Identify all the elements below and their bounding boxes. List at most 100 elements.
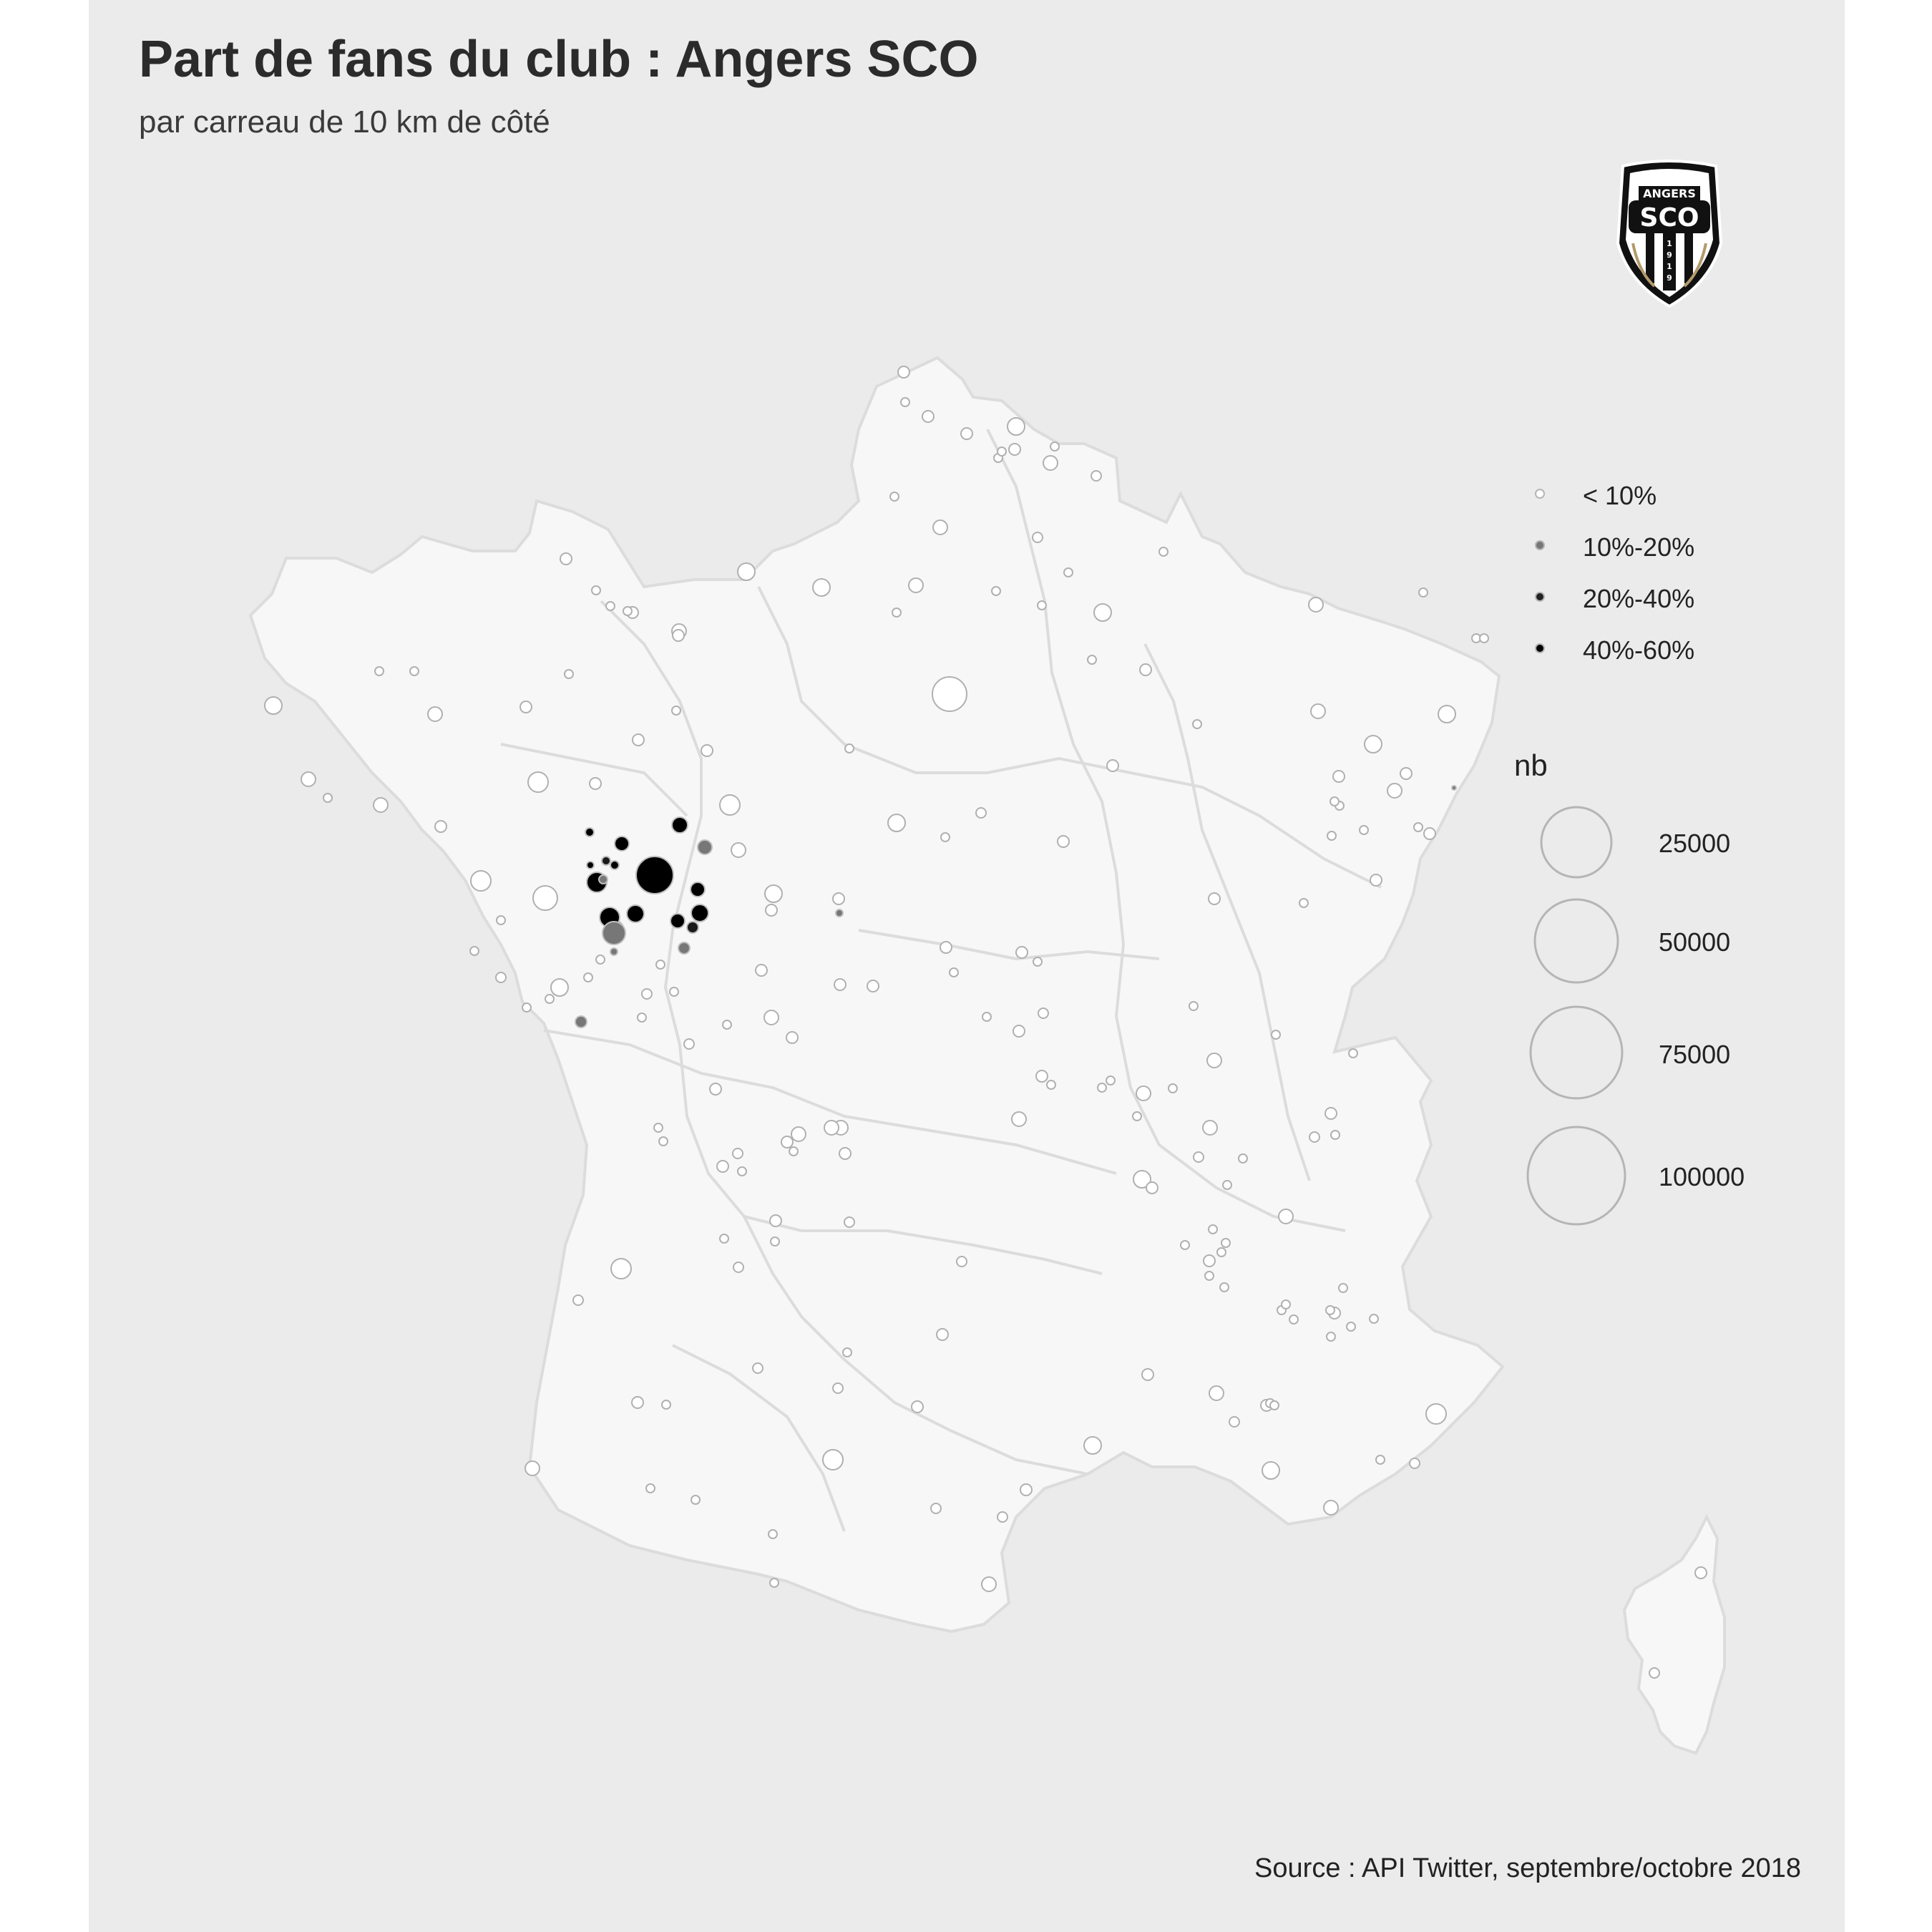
fan-share-circle <box>752 1362 763 1374</box>
fan-share-circle <box>1310 703 1326 719</box>
fan-share-circle <box>572 1294 584 1306</box>
fan-share-circle <box>956 1256 967 1267</box>
fan-share-circle <box>1326 1332 1336 1342</box>
fan-share-circle <box>631 1396 644 1409</box>
fan-share-circle <box>922 410 935 423</box>
legend-key-20-40 <box>1535 592 1545 602</box>
fan-share-circle <box>691 1495 701 1505</box>
fan-share-circle <box>1180 1240 1190 1250</box>
fan-share-circle <box>844 743 854 753</box>
svg-text:SCO: SCO <box>1640 203 1699 233</box>
fan-share-circle <box>1269 1400 1279 1410</box>
fan-share-circle <box>575 1015 587 1028</box>
france-map: ANGERS SCO 1 9 1 9 < 10% 10%-20% 20%-40%… <box>248 160 1745 1755</box>
fan-share-circle <box>264 696 283 715</box>
fan-share-circle <box>1057 835 1070 848</box>
fan-share-circle <box>1387 783 1402 799</box>
fan-share-circle <box>653 1123 663 1133</box>
size-key-50000 <box>1533 898 1619 984</box>
fan-share-circle <box>564 669 574 679</box>
fan-share-circle <box>1229 1416 1240 1428</box>
fan-share-circle <box>1375 1455 1385 1465</box>
fan-share-circle <box>786 1031 799 1044</box>
fan-share-circle <box>1325 1305 1335 1315</box>
fan-share-circle <box>671 816 688 834</box>
fan-share-circle <box>722 1020 732 1030</box>
fan-share-circle <box>839 1147 852 1160</box>
fan-share-circle <box>997 1511 1008 1523</box>
fan-share-circle <box>842 1347 852 1357</box>
fan-share-circle <box>832 1382 844 1394</box>
fan-share-circle <box>525 1460 540 1476</box>
svg-text:ANGERS: ANGERS <box>1643 187 1696 200</box>
fan-share-circle <box>1309 1131 1320 1143</box>
fan-share-circle <box>641 988 653 1000</box>
fan-share-circle <box>832 892 845 905</box>
fan-share-circle <box>686 921 699 934</box>
fan-share-circle <box>669 987 679 997</box>
fan-share-circle <box>645 1483 655 1493</box>
fan-share-circle <box>908 577 924 593</box>
fan-share-circle <box>930 1503 942 1514</box>
fan-share-circle <box>1208 1224 1218 1234</box>
size-label-100000: 100000 <box>1659 1162 1745 1191</box>
fan-share-circle <box>1091 470 1102 482</box>
fan-share-circle <box>1330 1130 1340 1140</box>
fan-share-circle <box>844 1216 855 1228</box>
fan-share-circle <box>719 794 741 816</box>
fan-share-circle <box>1202 1120 1218 1136</box>
fan-share-circle <box>1033 957 1043 967</box>
fan-share-circle <box>585 827 595 837</box>
share-legend: < 10% 10%-20% 20%-40% 40%-60% <box>1535 481 1694 665</box>
fan-share-circle <box>932 519 948 535</box>
fan-share-circle <box>1146 1181 1158 1194</box>
fan-share-circle <box>323 793 333 803</box>
fan-share-circle <box>522 1002 532 1013</box>
fan-share-circle <box>1418 587 1428 597</box>
fan-share-circle <box>755 964 768 977</box>
fan-share-circle <box>610 860 620 870</box>
fan-share-circle <box>635 856 674 894</box>
fan-share-circle <box>737 1166 747 1176</box>
size-key-75000 <box>1529 1005 1624 1100</box>
fan-share-circle <box>595 955 605 965</box>
fan-share-circle <box>591 585 601 595</box>
fan-share-circle <box>496 915 506 925</box>
fan-share-circle <box>1332 770 1345 783</box>
fan-share-circle <box>598 874 608 884</box>
fan-share-circle <box>1050 441 1060 452</box>
legend-key-10-20 <box>1535 540 1545 550</box>
fan-share-circle <box>789 1146 799 1156</box>
fan-share-circle <box>949 967 959 977</box>
fan-share-circle <box>1327 831 1337 841</box>
size-legend-title: nb <box>1514 748 1548 782</box>
fan-share-circle <box>560 552 572 565</box>
fan-share-circle <box>532 885 558 911</box>
fan-share-circle <box>1106 759 1119 772</box>
fan-share-circle <box>1219 1282 1229 1292</box>
fan-share-circle <box>1370 874 1382 887</box>
fan-share-circle <box>678 942 691 955</box>
fan-share-circle <box>1168 1083 1178 1093</box>
fan-share-circle <box>812 578 831 597</box>
fan-share-circle <box>672 629 685 642</box>
fan-share-circle <box>409 666 419 676</box>
legend-label-lt10: < 10% <box>1583 481 1657 510</box>
fan-share-circle <box>900 397 910 407</box>
legend-label-20-40: 20%-40% <box>1583 584 1694 613</box>
fan-share-circle <box>1093 603 1112 622</box>
fan-share-circle <box>1359 825 1369 835</box>
size-label-25000: 25000 <box>1659 829 1730 858</box>
size-label-50000: 50000 <box>1659 927 1730 957</box>
fan-share-circle <box>545 994 555 1004</box>
fan-share-circle <box>661 1400 671 1410</box>
fan-share-circle <box>1097 1083 1107 1093</box>
fan-share-circle <box>791 1126 806 1142</box>
fan-share-circle <box>637 1013 647 1023</box>
fan-share-circle <box>1289 1314 1299 1324</box>
svg-text:9: 9 <box>1667 273 1672 283</box>
fan-share-circle <box>1013 1025 1025 1038</box>
fan-share-circle <box>733 1262 744 1273</box>
fan-share-circle <box>1649 1667 1660 1679</box>
fan-share-circle <box>1281 1299 1291 1309</box>
